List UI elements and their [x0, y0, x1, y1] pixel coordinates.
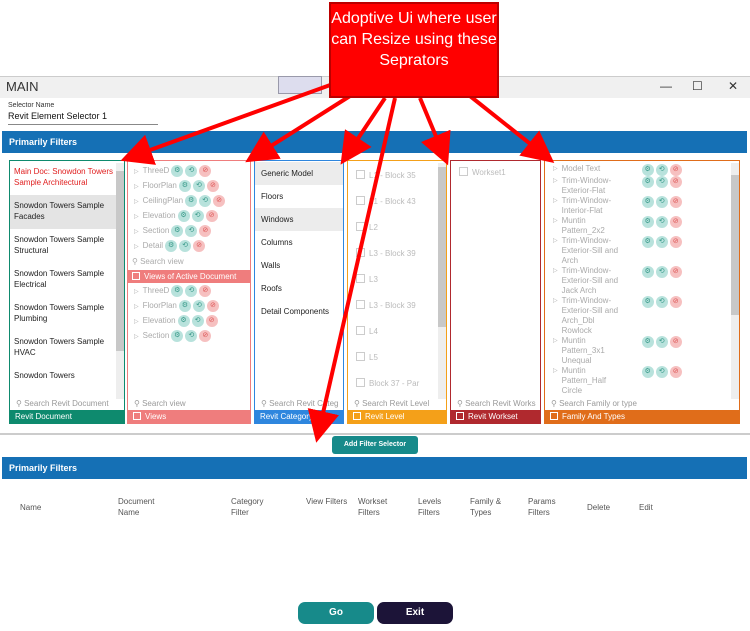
arrow-family — [468, 94, 555, 163]
arrow-categories — [340, 96, 387, 165]
arrow-documents — [120, 82, 334, 165]
arrow-add-filter — [307, 97, 397, 443]
arrow-views — [245, 94, 352, 163]
arrow-levels — [418, 97, 451, 166]
resize-callout: Adoptive Ui where user can Resize using … — [329, 2, 499, 98]
